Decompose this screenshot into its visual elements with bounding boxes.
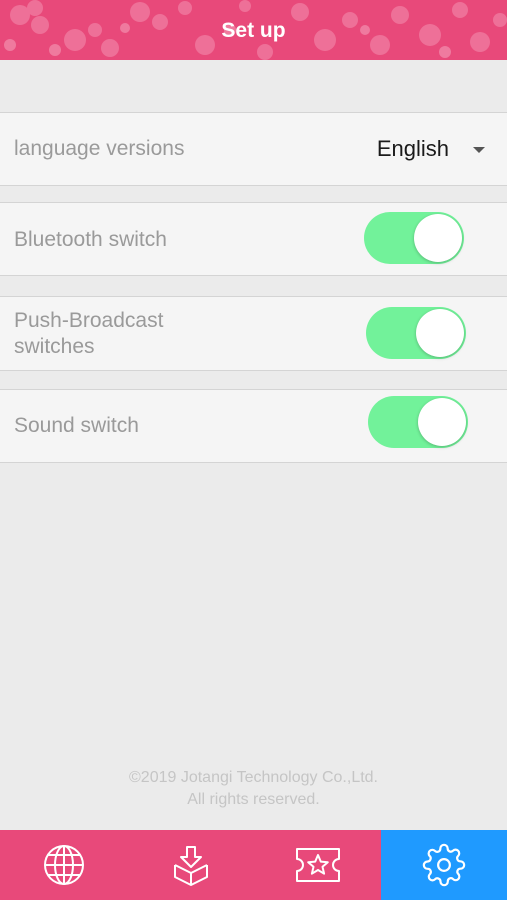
sound-row: Sound switch xyxy=(0,389,507,463)
star-ticket-icon xyxy=(295,848,340,882)
sound-toggle[interactable] xyxy=(368,396,468,448)
toggle-knob xyxy=(416,309,464,357)
language-row[interactable]: language versions English xyxy=(0,112,507,186)
tab-globe[interactable] xyxy=(0,830,127,900)
copyright-text: ©2019 Jotangi Technology Co.,Ltd. xyxy=(129,769,378,786)
bluetooth-toggle[interactable] xyxy=(364,212,464,264)
globe-icon xyxy=(43,845,84,885)
page-title: Set up xyxy=(221,19,286,42)
toggle-knob xyxy=(418,398,466,446)
copyright-footer: ©2019 Jotangi Technology Co.,Ltd. All ri… xyxy=(0,767,507,811)
toggle-knob xyxy=(414,214,462,262)
push-broadcast-row: Push-Broadcast switches xyxy=(0,296,507,371)
tab-settings[interactable] xyxy=(381,830,507,900)
language-label: language versions xyxy=(14,137,185,160)
tab-favorites[interactable] xyxy=(254,830,381,900)
tab-download[interactable] xyxy=(127,830,254,900)
bluetooth-row: Bluetooth switch xyxy=(0,202,507,276)
gear-icon xyxy=(422,843,466,887)
language-select-value[interactable]: English xyxy=(377,113,449,185)
header-bar: Set up xyxy=(0,0,507,60)
chevron-down-icon[interactable] xyxy=(473,147,485,153)
push-broadcast-label-line1: Push-Broadcast xyxy=(14,309,164,332)
push-broadcast-label-line2: switches xyxy=(14,335,95,358)
rights-text: All rights reserved. xyxy=(187,791,320,808)
download-box-icon xyxy=(173,846,208,886)
push-broadcast-toggle[interactable] xyxy=(366,307,466,359)
sound-label: Sound switch xyxy=(14,414,139,437)
bottom-tab-bar xyxy=(0,830,507,900)
bluetooth-label: Bluetooth switch xyxy=(14,228,167,251)
